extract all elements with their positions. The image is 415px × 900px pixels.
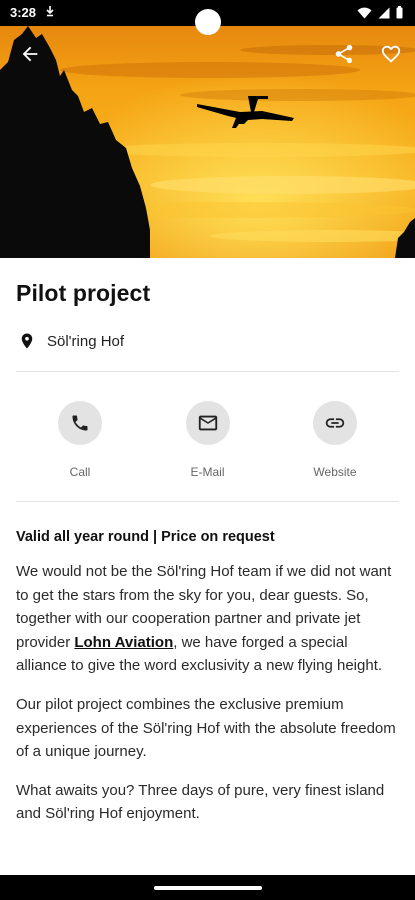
description-paragraph-1: We would not be the Söl'ring Hof team if… <box>16 560 399 678</box>
back-arrow-icon <box>22 46 38 62</box>
call-icon-circle <box>58 401 102 445</box>
call-label: Call <box>69 465 91 479</box>
link-icon <box>325 418 345 428</box>
contact-actions: Call E-Mail Website <box>16 401 399 501</box>
wifi-icon <box>357 6 372 24</box>
description-paragraph-2: Our pilot project combines the exclusive… <box>16 695 396 761</box>
share-icon <box>335 44 353 64</box>
website-label: Website <box>313 465 357 479</box>
navigation-bar <box>0 875 415 900</box>
hero-image <box>0 0 415 258</box>
call-button[interactable]: Call <box>40 401 120 501</box>
website-icon-circle <box>313 401 357 445</box>
location-row[interactable]: Söl'ring Hof <box>16 329 399 353</box>
status-time: 3:28 <box>10 5 37 20</box>
offer-content: Pilot project Söl'ring Hof Call E-Mail W… <box>0 258 415 826</box>
description-paragraph-3: What awaits you? Three days of pure, ver… <box>16 781 385 823</box>
status-icons <box>357 6 403 24</box>
download-icon <box>45 5 55 20</box>
page-title: Pilot project <box>16 280 151 306</box>
partner-link[interactable]: Lohn Aviation <box>74 634 173 651</box>
location-name: Söl'ring Hof <box>47 332 125 350</box>
website-button[interactable]: Website <box>295 401 375 501</box>
front-camera-cutout <box>195 9 221 35</box>
back-button[interactable] <box>16 40 44 68</box>
home-gesture-handle[interactable] <box>154 886 262 890</box>
offer-detail-screen: 3:28 Pilot project Söl'ring Hof Call E-M… <box>0 0 415 900</box>
phone-icon <box>72 415 88 431</box>
heart-icon <box>381 45 401 63</box>
battery-icon <box>396 6 403 24</box>
email-label: E-Mail <box>190 465 225 479</box>
divider <box>16 371 399 372</box>
sunset-airplane-image <box>0 0 415 258</box>
email-icon-circle <box>185 401 230 445</box>
validity-info: Valid all year round | Price on request <box>16 529 275 545</box>
email-button[interactable]: E-Mail <box>168 401 248 501</box>
divider <box>16 501 399 502</box>
location-pin-icon <box>21 333 33 349</box>
mail-icon <box>198 415 217 431</box>
favorite-button[interactable] <box>377 40 405 68</box>
share-button[interactable] <box>330 40 358 68</box>
signal-icon <box>378 6 390 24</box>
